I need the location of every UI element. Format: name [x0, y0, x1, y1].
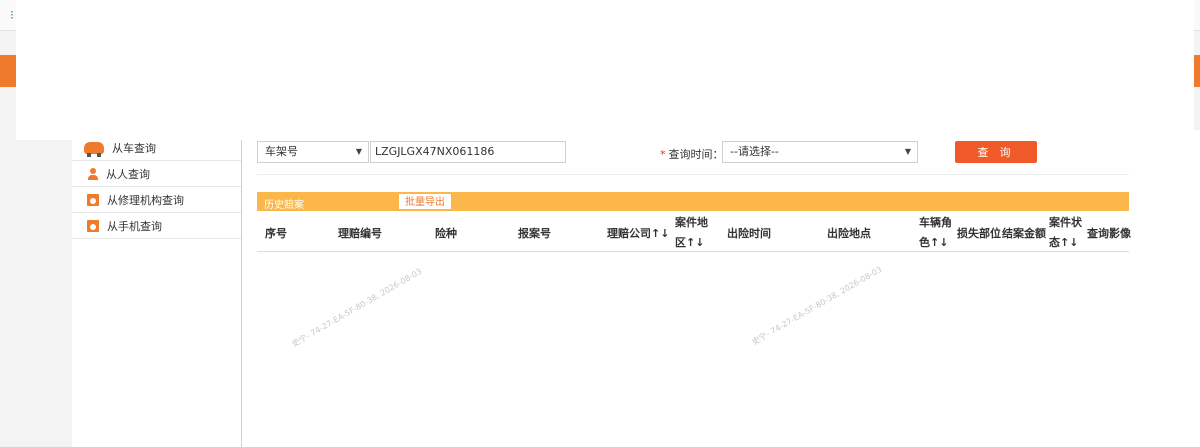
required-mark: * — [660, 148, 666, 161]
menu-dots-icon[interactable]: ⁝ — [10, 9, 14, 21]
repair-shop-icon — [87, 193, 99, 206]
col-claim-company[interactable]: 理赔公司↑↓ — [607, 225, 669, 241]
query-time-text: 查询时间： — [668, 148, 724, 161]
sidebar-item-label: 从人查询 — [106, 167, 150, 181]
col-seq: 序号 — [265, 227, 287, 240]
col-vehicle-role[interactable]: 车辆角色↑↓ — [919, 213, 957, 253]
header-accent-left — [0, 55, 16, 87]
col-settle-amount: 结案金额 — [1002, 227, 1046, 240]
query-time-value: --请选择-- — [730, 145, 779, 158]
batch-export-button[interactable]: 批量导出 — [399, 194, 451, 209]
vin-input[interactable]: LZGJLGX47NX061186 — [370, 141, 566, 163]
col-query-image: 查询影像 — [1087, 227, 1131, 240]
divider — [257, 174, 1129, 175]
blank-overlay-panel — [16, 0, 1194, 140]
history-bar: 历史赔案 批量导出 — [257, 192, 1129, 211]
person-icon — [88, 167, 98, 180]
sidebar-item-phone-query[interactable]: 从手机查询 — [72, 213, 241, 239]
sidebar: 从车查询 从人查询 从修理机构查询 从手机查询 — [72, 130, 242, 447]
sidebar-item-repair-shop-query[interactable]: 从修理机构查询 — [72, 187, 241, 213]
col-case-region[interactable]: 案件地区↑↓ — [675, 213, 713, 253]
header-accent-right — [1194, 55, 1200, 87]
phone-query-icon — [87, 219, 99, 232]
sidebar-item-person-query[interactable]: 从人查询 — [72, 161, 241, 187]
col-accident-time: 出险时间 — [727, 227, 771, 240]
field-type-value: 车架号 — [265, 145, 298, 158]
col-damage-part: 损失部位 — [957, 227, 1001, 240]
table-header: 序号 理赔编号 险种 报案号 理赔公司↑↓ 案件地区↑↓ 出险时间 出险地点 车… — [257, 211, 1131, 253]
sidebar-item-label: 从车查询 — [112, 141, 156, 155]
col-claim-no: 理赔编号 — [338, 227, 382, 240]
col-insurance-type: 险种 — [435, 227, 457, 240]
sidebar-item-label: 从修理机构查询 — [107, 193, 184, 207]
chevron-down-icon: ▼ — [355, 147, 362, 156]
query-time-select[interactable]: --请选择-- ▼ — [722, 141, 918, 163]
col-case-status[interactable]: 案件状态↑↓ — [1049, 213, 1087, 253]
query-button[interactable]: 查 询 — [955, 141, 1037, 163]
sidebar-item-label: 从手机查询 — [107, 219, 162, 233]
query-time-label: * 查询时间： — [660, 146, 724, 162]
history-title: 历史赔案 — [264, 200, 304, 211]
col-report-no: 报案号 — [518, 227, 551, 240]
field-type-select[interactable]: 车架号 ▼ — [257, 141, 369, 163]
chevron-down-icon: ▼ — [904, 147, 911, 156]
car-icon — [84, 141, 104, 157]
col-accident-place: 出险地点 — [827, 227, 871, 240]
